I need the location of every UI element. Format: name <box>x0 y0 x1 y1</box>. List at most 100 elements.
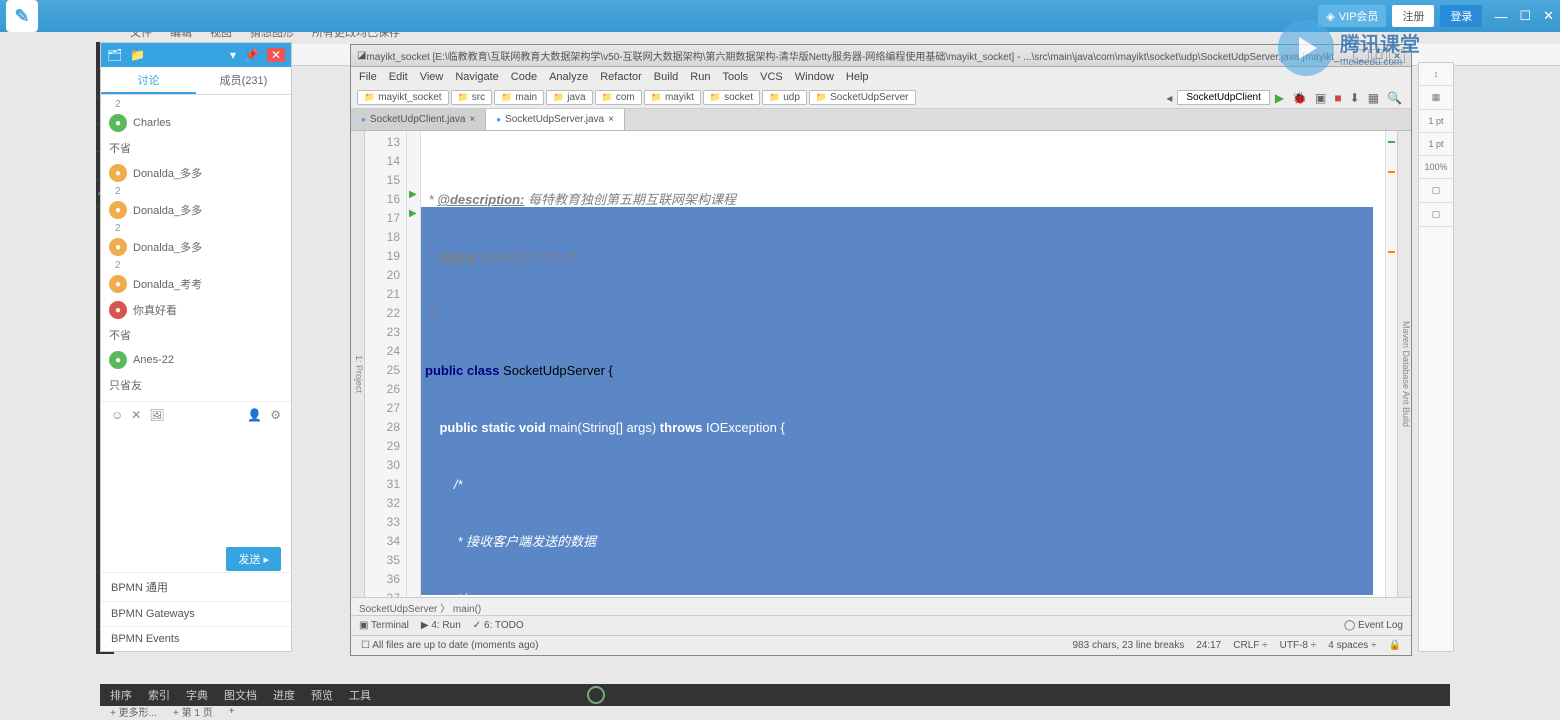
bottom-item[interactable]: 预览 <box>311 687 333 703</box>
line-numbers: 1314151617181920212223242526272829303132… <box>365 131 407 597</box>
tab-eventlog[interactable]: ◯ Event Log <box>1344 620 1403 631</box>
menu-navigate[interactable]: Navigate <box>455 71 498 83</box>
close-icon[interactable]: ✕ <box>267 48 285 62</box>
status-sep[interactable]: CRLF ÷ <box>1233 640 1267 651</box>
folder-icon[interactable]: 📁 <box>130 48 145 62</box>
close-icon[interactable]: ✕ <box>1543 8 1554 24</box>
x-icon[interactable]: ✕ <box>131 408 141 422</box>
bottom-item[interactable]: 索引 <box>148 687 170 703</box>
right-toolwindow-bar[interactable]: Maven Database Ant Build <box>1397 131 1411 597</box>
debug-icon[interactable]: 🐞 <box>1289 91 1310 105</box>
crumb[interactable]: main <box>494 90 544 105</box>
tab-todo[interactable]: ✓ 6: TODO <box>473 620 524 631</box>
image-icon[interactable]: 🖼 <box>149 408 164 422</box>
list-item[interactable]: ●你真好看 <box>101 297 291 323</box>
minimize-icon[interactable]: — <box>1494 9 1507 24</box>
dropdown-icon[interactable]: ▾ <box>230 48 236 62</box>
status-enc[interactable]: UTF-8 ÷ <box>1280 640 1317 651</box>
add-shape-button[interactable]: + 更多形... <box>110 704 157 719</box>
menu-build[interactable]: Build <box>654 71 678 83</box>
list-item[interactable]: ●Donalda_考考 <box>101 271 291 297</box>
folder-icon[interactable]: 🗂 <box>107 48 122 62</box>
menu-tools[interactable]: Tools <box>722 71 748 83</box>
prop-item[interactable]: ↕ <box>1419 63 1453 86</box>
list-item: 只省友 <box>101 373 291 397</box>
shape-item[interactable]: BPMN 通用 <box>101 572 291 601</box>
crumb[interactable]: udp <box>762 90 807 105</box>
bottom-item[interactable]: 工具 <box>349 687 371 703</box>
menu-edit[interactable]: Edit <box>389 71 408 83</box>
tab-members[interactable]: 成员(231) <box>196 67 291 94</box>
shape-item[interactable]: BPMN Gateways <box>101 601 291 626</box>
maximize-icon[interactable]: ☐ <box>1519 8 1531 24</box>
lock-icon[interactable]: 🔒 <box>1389 640 1401 651</box>
search-icon[interactable]: 🔍 <box>1384 91 1405 105</box>
status-pos[interactable]: 24:17 <box>1196 640 1221 651</box>
bottom-item[interactable]: 字典 <box>186 687 208 703</box>
menu-analyze[interactable]: Analyze <box>549 71 588 83</box>
tab-run[interactable]: ▶ 4: Run <box>421 620 461 631</box>
gear-icon[interactable]: ⚙ <box>270 408 281 422</box>
coverage-icon[interactable]: ▣ <box>1312 91 1329 105</box>
code-area[interactable]: * @description: 每特教育独创第五期互联网架构课程 * @date… <box>421 131 1385 597</box>
crumb[interactable]: java <box>546 90 593 105</box>
crumb[interactable]: mayikt <box>644 90 701 105</box>
prop-item[interactable]: 100% <box>1419 156 1453 179</box>
menu-run[interactable]: Run <box>690 71 710 83</box>
menu-refactor[interactable]: Refactor <box>600 71 642 83</box>
bottom-item[interactable]: 图文档 <box>224 687 257 703</box>
emoji-icon[interactable]: ☺ <box>111 408 123 422</box>
editor-breadcrumb[interactable]: SocketUdpServer 〉 main() <box>351 597 1411 615</box>
list-item[interactable]: ●Anes-22 <box>101 347 291 373</box>
list-item[interactable]: ●Charles <box>101 110 291 136</box>
menu-code[interactable]: Code <box>511 71 537 83</box>
power-icon[interactable] <box>587 686 605 704</box>
bottom-item[interactable]: 进度 <box>273 687 295 703</box>
editor-minimap[interactable] <box>1385 131 1397 597</box>
status-indent[interactable]: 4 spaces ÷ <box>1328 640 1376 651</box>
menu-vcs[interactable]: VCS <box>760 71 783 83</box>
list-item[interactable]: ●Donalda_多多 <box>101 197 291 223</box>
chat-toolbar: ☺ ✕ 🖼 👤 ⚙ <box>101 401 291 428</box>
vcs-icon[interactable]: ⬇ <box>1347 91 1363 105</box>
ide-titlebar[interactable]: ◪ mayikt_socket [E:\临教教育\互联网教育大数据架构学\v50… <box>351 45 1411 67</box>
structure-icon[interactable]: ▦ <box>1365 91 1382 105</box>
tab-terminal[interactable]: ▣ Terminal <box>359 620 409 631</box>
menu-file[interactable]: File <box>359 71 377 83</box>
crumb[interactable]: src <box>451 90 493 105</box>
prop-item[interactable]: ▢ <box>1419 179 1453 203</box>
editor-tab[interactable]: SocketUdpServer.java× <box>486 109 625 130</box>
crumb[interactable]: mayikt_socket <box>357 90 449 105</box>
menu-help[interactable]: Help <box>846 71 869 83</box>
tab-discuss[interactable]: 讨论 <box>101 67 196 94</box>
crumb[interactable]: SocketUdpServer <box>809 90 916 105</box>
nav-back-icon[interactable]: ◂ <box>1163 91 1175 105</box>
stop-icon[interactable]: ■ <box>1331 91 1344 105</box>
list-item[interactable]: ●Donalda_多多 <box>101 234 291 260</box>
prop-item[interactable]: ▢ <box>1419 203 1453 227</box>
add-page-button[interactable]: + <box>229 706 235 717</box>
menu-window[interactable]: Window <box>795 71 834 83</box>
prop-item[interactable]: 1 pt <box>1419 133 1453 156</box>
send-button[interactable]: 发送 ▸ <box>226 547 281 571</box>
editor-tab[interactable]: SocketUdpClient.java× <box>351 109 486 130</box>
run-gutter-icon[interactable]: ▶ <box>409 208 417 219</box>
pin-icon[interactable]: 📌 <box>244 48 259 62</box>
status-chars: 983 chars, 23 line breaks <box>1072 640 1184 651</box>
crumb[interactable]: com <box>595 90 642 105</box>
menu-view[interactable]: View <box>420 71 444 83</box>
list-item[interactable]: ●Donalda_多多 <box>101 160 291 186</box>
user-icon[interactable]: 👤 <box>247 408 262 422</box>
run-config-select[interactable]: SocketUdpClient <box>1177 90 1269 105</box>
crumb[interactable]: socket <box>703 90 760 105</box>
shape-item[interactable]: BPMN Events <box>101 626 291 651</box>
bottom-item[interactable]: 排序 <box>110 687 132 703</box>
page-tab[interactable]: + 第 1 页 <box>173 704 213 719</box>
prop-item[interactable]: 1 pt <box>1419 110 1453 133</box>
run-gutter-icon[interactable]: ▶ <box>409 189 417 200</box>
code-editor[interactable]: 1314151617181920212223242526272829303132… <box>365 131 1397 597</box>
login-button[interactable]: 登录 <box>1440 5 1482 27</box>
left-toolwindow-bar[interactable]: 1: Project <box>351 131 365 597</box>
run-icon[interactable]: ▶ <box>1272 91 1287 105</box>
prop-item[interactable]: ▦ <box>1419 86 1453 110</box>
